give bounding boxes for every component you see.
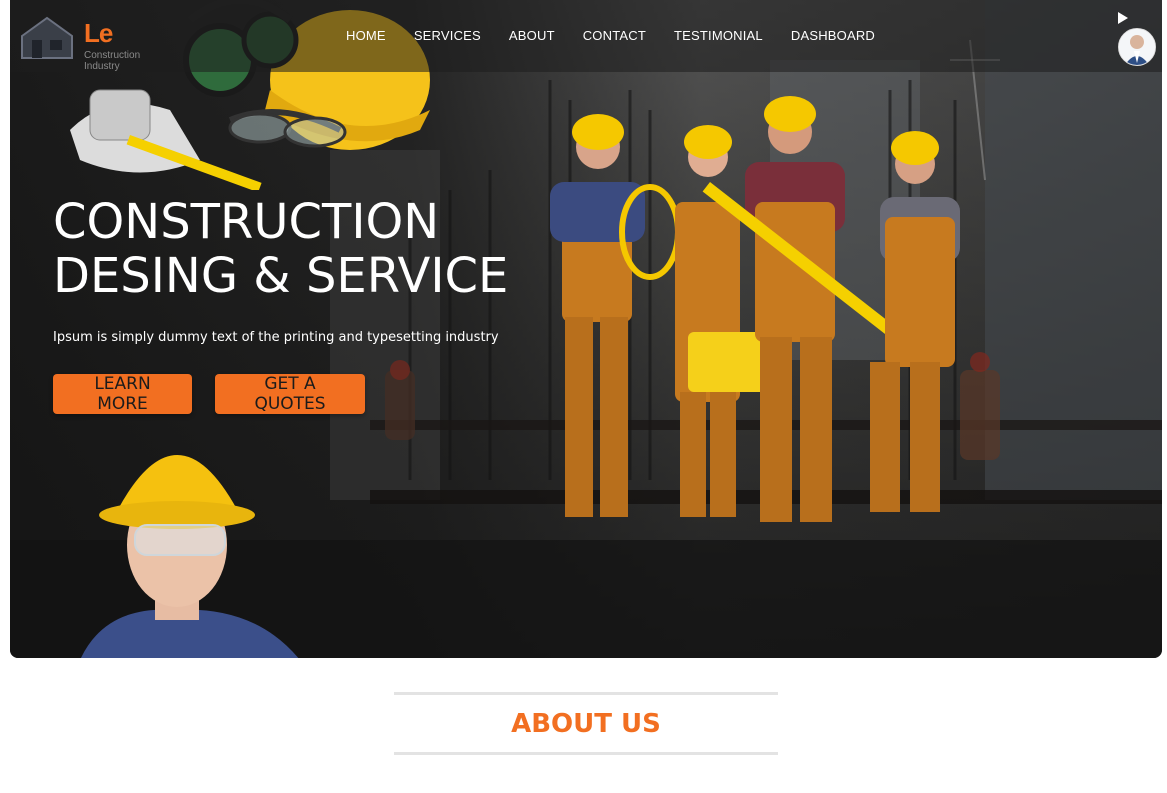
logo[interactable]: Le Construction Industry <box>18 10 178 72</box>
user-avatar[interactable] <box>1118 28 1156 66</box>
house-logo-icon <box>21 16 73 59</box>
about-section: ABOUT US <box>394 692 778 755</box>
logo-subtitle: Construction Industry <box>84 50 141 72</box>
learn-more-button[interactable]: LEARN MORE <box>53 374 192 414</box>
hero-title: CONSTRUCTION DESING & SERVICE <box>53 195 508 303</box>
about-heading: ABOUT US <box>511 709 661 739</box>
nav-dashboard[interactable]: DASHBOARD <box>791 28 875 43</box>
hero-subtitle: Ipsum is simply dummy text of the printi… <box>53 330 499 345</box>
about-divider-bottom <box>394 752 778 755</box>
get-quotes-button[interactable]: GET A QUOTES <box>215 374 365 414</box>
logo-text: Le <box>84 18 113 48</box>
main-nav: HOME SERVICES ABOUT CONTACT TESTIMONIAL … <box>346 28 903 43</box>
hero-banner: Le Construction Industry HOME SERVICES A… <box>10 0 1162 658</box>
nav-services[interactable]: SERVICES <box>414 28 481 43</box>
top-navbar: Le Construction Industry HOME SERVICES A… <box>10 0 1162 72</box>
nav-about[interactable]: ABOUT <box>509 28 555 43</box>
hero-title-line2: DESING & SERVICE <box>53 248 509 304</box>
nav-contact[interactable]: CONTACT <box>583 28 646 43</box>
play-icon[interactable] <box>1118 12 1128 24</box>
about-divider-top <box>394 692 778 695</box>
hero-title-line1: CONSTRUCTION <box>53 194 440 250</box>
nav-testimonial[interactable]: TESTIMONIAL <box>674 28 763 43</box>
nav-home[interactable]: HOME <box>346 28 386 43</box>
construction-workers-image <box>550 96 960 522</box>
avatar-icon <box>1119 29 1155 65</box>
female-worker-image <box>81 455 299 658</box>
